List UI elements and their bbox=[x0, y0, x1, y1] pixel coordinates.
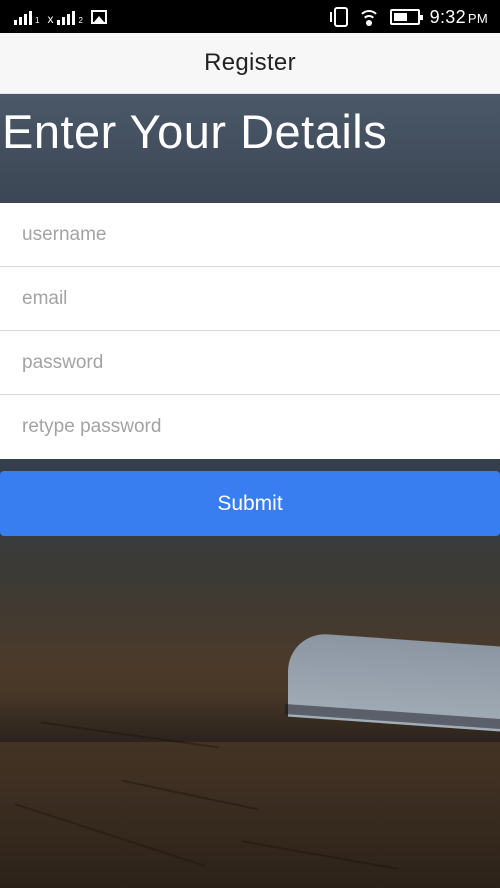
signal-sim2-icon: x 2 bbox=[47, 9, 83, 26]
clock-time: 9:32 bbox=[429, 6, 466, 27]
submit-button[interactable]: Submit bbox=[0, 471, 500, 536]
password-input[interactable] bbox=[22, 331, 500, 394]
signal-sim1-icon: 1 bbox=[14, 9, 39, 25]
wood-grain bbox=[14, 803, 206, 867]
username-input[interactable] bbox=[22, 203, 500, 266]
wood-grain bbox=[121, 779, 259, 811]
status-bar: 1 x 2 9:32 PM bbox=[0, 0, 500, 33]
battery-icon bbox=[389, 9, 423, 25]
retype-password-input[interactable] bbox=[22, 395, 500, 459]
clock-ampm: PM bbox=[467, 10, 488, 26]
clock: 9:32 PM bbox=[430, 7, 488, 28]
password-field-row bbox=[0, 331, 500, 395]
status-right: 9:32 PM bbox=[329, 4, 488, 30]
form-heading: Enter Your Details bbox=[2, 105, 388, 158]
page-title: Register bbox=[204, 49, 296, 76]
username-field-row bbox=[0, 203, 500, 267]
register-form bbox=[0, 203, 500, 459]
wifi-icon bbox=[357, 8, 380, 26]
sim2-x: x bbox=[47, 12, 54, 26]
sim1-sub: 1 bbox=[35, 16, 40, 25]
status-left: 1 x 2 bbox=[14, 6, 107, 28]
image-icon bbox=[90, 10, 107, 24]
email-field-row bbox=[0, 267, 500, 331]
sim2-sub: 2 bbox=[78, 16, 83, 25]
wood-grain bbox=[241, 840, 399, 870]
retype-password-field-row bbox=[0, 395, 500, 459]
vibrate-icon bbox=[329, 7, 348, 27]
app-bar: Register bbox=[0, 33, 500, 94]
email-input[interactable] bbox=[22, 267, 500, 330]
